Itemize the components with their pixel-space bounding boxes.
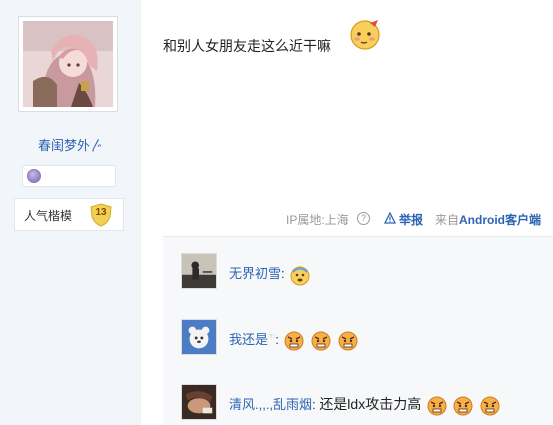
author-username[interactable]: 春闺梦外〴 [0,135,141,154]
angry-face-icon [427,396,447,416]
reply-line: 清风.,,.,乱雨烟: 还是ldx攻击力高 [229,394,501,417]
level-badge-icon [27,169,41,183]
ip-location: IP属地:上海 [286,213,349,227]
reply-avatar-image [182,254,216,288]
blush-face-icon [350,20,380,50]
reply-colon: : [281,266,285,281]
source-info: 来自Android客户端 [435,211,541,228]
source-client-link[interactable]: Android客户端 [459,213,541,227]
post-content: 和别人女朋友走这么近干嘛 [163,36,331,56]
report-link[interactable]: 举报 [399,211,423,228]
angry-face-icon [284,331,304,351]
reply-avatar-image [182,385,216,419]
angry-face-icon [480,396,500,416]
reply-text: 还是ldx攻击力高 [319,396,422,412]
angry-face-icon [453,396,473,416]
reply-username[interactable]: 我还是 [229,332,268,347]
level-badge-box[interactable] [22,165,116,187]
post-text: 和别人女朋友走这么近干嘛 [163,38,331,54]
author-sidebar: 春闺梦外〴 人气楷模 13 [0,0,141,425]
source-prefix: 来自 [435,213,460,227]
popularity-value: 13 [95,207,107,218]
help-icon[interactable]: ? [357,212,370,225]
reply-username[interactable]: 清风.,,.,乱雨烟 [229,397,312,412]
angry-face-icon [338,331,358,351]
reply-avatar[interactable] [181,319,217,355]
reply-colon: : [312,397,316,412]
sweat-face-icon [290,266,310,286]
reply-avatar[interactable] [181,384,217,420]
reply-username[interactable]: 无界初雪 [229,266,281,281]
avatar-illustration [23,21,113,107]
reply-list: 无界初雪: 我还是☜: 清风.,,.,乱雨烟: 还是ldx攻击力高 [163,236,553,425]
author-avatar[interactable] [18,16,118,112]
warning-icon [384,212,396,224]
angry-face-icon [311,331,331,351]
reply-avatar[interactable] [181,253,217,289]
reply-line: 我还是☜: [229,329,359,352]
reply-avatar-image [182,320,216,354]
popularity-label: 人气楷模 [24,209,73,223]
reply-colon: : [275,332,279,347]
reply-line: 无界初雪: [229,263,311,286]
popularity-box[interactable]: 人气楷模 13 [14,198,124,231]
